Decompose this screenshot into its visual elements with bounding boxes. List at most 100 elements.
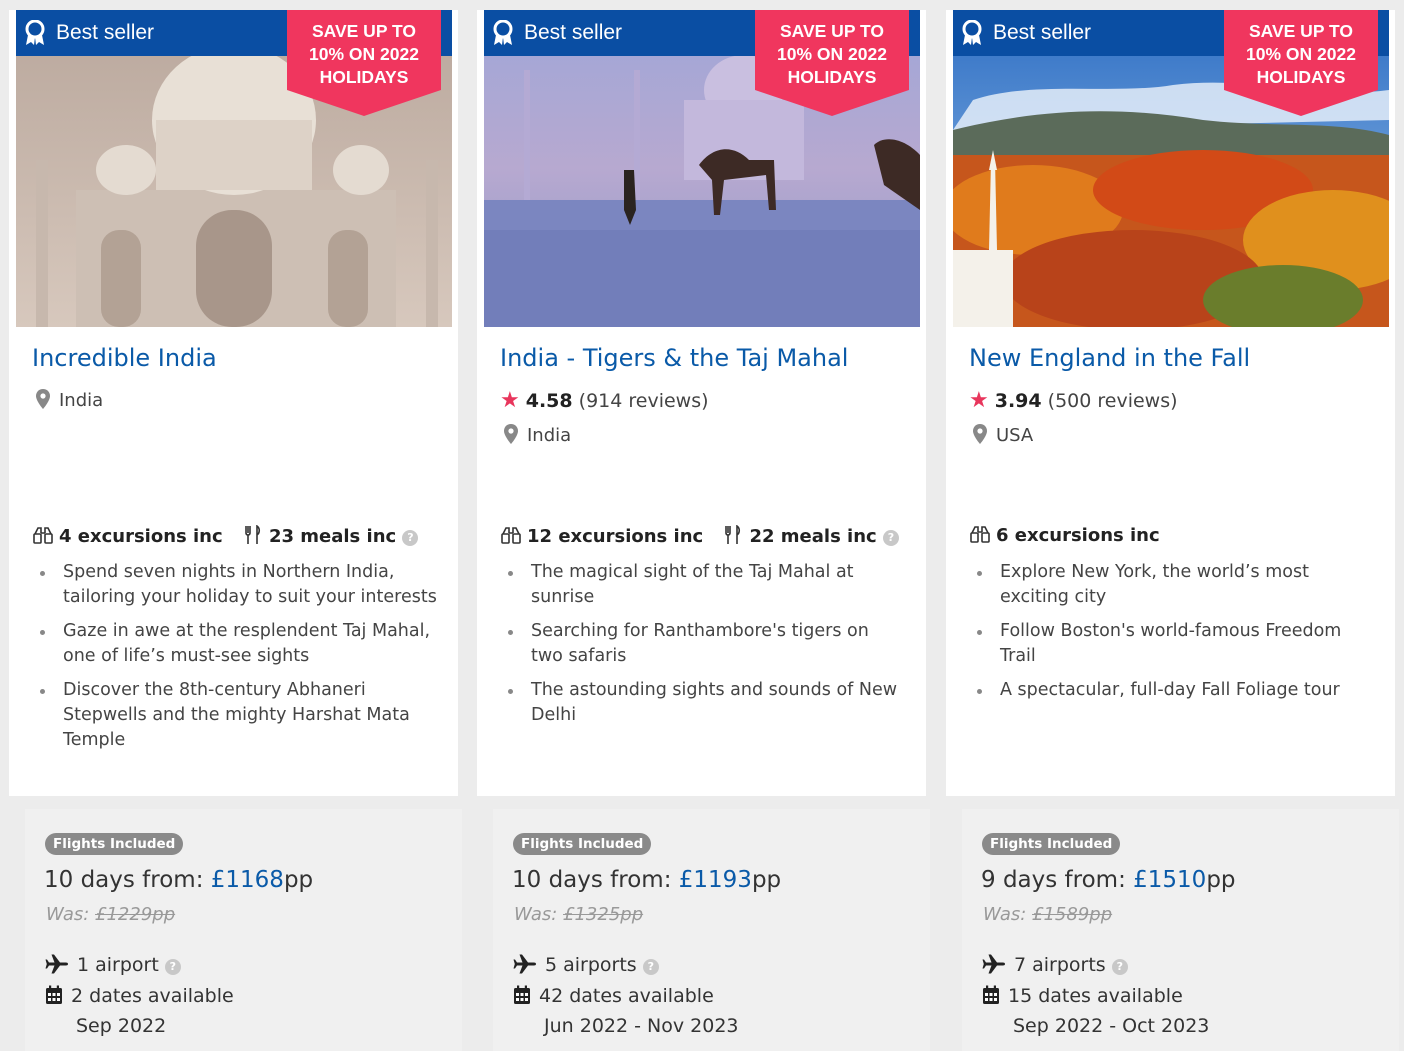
rating[interactable]: ★ 4.58 (914 reviews) bbox=[500, 388, 709, 413]
award-ribbon-icon bbox=[25, 20, 45, 45]
excursions-text: 4 excursions inc bbox=[59, 526, 223, 547]
highlights-list: Explore New York, the world’s most excit… bbox=[974, 560, 1374, 712]
binoculars-icon bbox=[33, 527, 53, 544]
old-price: £1229pp bbox=[95, 904, 176, 925]
dates-info: 15 dates available bbox=[982, 985, 1183, 1007]
excursions-text: 6 excursions inc bbox=[996, 525, 1160, 546]
list-item: A spectacular, full-day Fall Foliage tou… bbox=[974, 678, 1374, 703]
meals-text: 22 meals inc bbox=[749, 526, 877, 547]
binoculars-icon bbox=[501, 527, 521, 544]
holiday-card[interactable]: Best seller SAVE UP TO 10% ON 2022 HOLID… bbox=[477, 10, 934, 1051]
date-range: Sep 2022 bbox=[76, 1015, 167, 1037]
save-badge-line: HOLIDAYS bbox=[319, 67, 409, 87]
excursions-feature: 12 excursions inc bbox=[501, 526, 709, 547]
save-offer-badge: SAVE UP TO 10% ON 2022 HOLIDAYS bbox=[1224, 10, 1378, 116]
save-badge-line: SAVE UP TO bbox=[311, 21, 417, 41]
price-line: 10 days from: £1193pp bbox=[512, 867, 781, 893]
airplane-icon bbox=[982, 954, 1005, 974]
review-count: (914 reviews) bbox=[578, 390, 709, 412]
was-price: Was: £1325pp bbox=[514, 904, 643, 925]
rating-score: 3.94 bbox=[994, 390, 1042, 412]
airports-info: 1 airport ? bbox=[45, 954, 181, 976]
location: USA bbox=[973, 424, 1033, 446]
question-circle-icon[interactable]: ? bbox=[1111, 959, 1128, 975]
holiday-image-taj-mahal[interactable]: Best seller SAVE UP TO 10% ON 2022 HOLID… bbox=[16, 10, 452, 327]
question-circle-icon[interactable]: ? bbox=[883, 530, 899, 546]
list-item: Follow Boston's world-famous Freedom Tra… bbox=[974, 619, 1374, 669]
save-badge-line: 10% ON 2022 bbox=[777, 44, 887, 64]
calendar-icon bbox=[983, 985, 999, 1004]
save-badge-line: 10% ON 2022 bbox=[1246, 44, 1356, 64]
old-price: £1325pp bbox=[563, 904, 644, 925]
list-item: Spend seven nights in Northern India, ta… bbox=[37, 560, 437, 610]
airports-text: 5 airports bbox=[545, 954, 637, 976]
airports-text: 7 airports bbox=[1014, 954, 1106, 976]
price-suffix: pp bbox=[283, 867, 314, 893]
rating-score: 4.58 bbox=[525, 390, 573, 412]
highlights-list: Spend seven nights in Northern India, ta… bbox=[37, 560, 437, 762]
best-seller-label: Best seller bbox=[524, 21, 623, 44]
star-icon: ★ bbox=[500, 388, 520, 413]
card-pricing: Flights Included 10 days from: £1193pp W… bbox=[493, 809, 930, 1051]
save-badge-line: HOLIDAYS bbox=[787, 67, 877, 87]
holiday-title-link[interactable]: New England in the Fall bbox=[969, 344, 1250, 372]
dates-info: 42 dates available bbox=[513, 985, 714, 1007]
old-price: £1589pp bbox=[1032, 904, 1113, 925]
question-circle-icon[interactable]: ? bbox=[164, 959, 181, 975]
save-badge-line: SAVE UP TO bbox=[779, 21, 885, 41]
flights-included-badge: Flights Included bbox=[513, 833, 652, 855]
holiday-card[interactable]: Best seller SAVE UP TO 10% ON 2022 HOLID… bbox=[946, 10, 1403, 1051]
holiday-card[interactable]: Best seller SAVE UP TO 10% ON 2022 HOLID… bbox=[9, 10, 466, 1051]
was-label: Was: bbox=[983, 904, 1033, 925]
calendar-icon bbox=[514, 985, 530, 1004]
save-badge-line: HOLIDAYS bbox=[1256, 67, 1346, 87]
best-seller-label: Best seller bbox=[993, 21, 1092, 44]
map-pin-icon bbox=[36, 389, 50, 409]
binoculars-icon bbox=[970, 526, 990, 543]
excursions-feature: 4 excursions inc bbox=[33, 526, 229, 547]
inclusions-row: 12 excursions inc 22 meals inc ? bbox=[501, 524, 913, 547]
dates-available-text: 42 dates available bbox=[539, 985, 714, 1007]
fork-knife-icon bbox=[245, 524, 260, 544]
star-icon: ★ bbox=[969, 388, 989, 413]
location: India bbox=[36, 389, 103, 411]
card-pricing: Flights Included 9 days from: £1510pp Wa… bbox=[962, 809, 1399, 1051]
was-label: Was: bbox=[46, 904, 96, 925]
meals-feature: 23 meals inc ? bbox=[243, 524, 419, 547]
map-pin-icon bbox=[973, 424, 987, 444]
question-circle-icon[interactable]: ? bbox=[642, 959, 659, 975]
was-price: Was: £1589pp bbox=[983, 904, 1112, 925]
was-price: Was: £1229pp bbox=[46, 904, 175, 925]
rating[interactable]: ★ 3.94 (500 reviews) bbox=[969, 388, 1178, 413]
airplane-icon bbox=[513, 954, 536, 974]
calendar-icon bbox=[46, 985, 62, 1004]
flights-included-badge: Flights Included bbox=[45, 833, 184, 855]
excursions-text: 12 excursions inc bbox=[527, 526, 704, 547]
date-range: Jun 2022 - Nov 2023 bbox=[544, 1015, 739, 1037]
save-offer-badge: SAVE UP TO 10% ON 2022 HOLIDAYS bbox=[287, 10, 441, 116]
location-text: USA bbox=[996, 425, 1034, 446]
airplane-icon bbox=[45, 954, 68, 974]
duration-label: 10 days from: bbox=[44, 867, 211, 893]
price-suffix: pp bbox=[1206, 867, 1236, 893]
holiday-image-camels-taj[interactable]: Best seller SAVE UP TO 10% ON 2022 HOLID… bbox=[484, 10, 920, 327]
location-text: India bbox=[59, 390, 104, 411]
list-item: Explore New York, the world’s most excit… bbox=[974, 560, 1374, 610]
highlights-list: The magical sight of the Taj Mahal at su… bbox=[505, 560, 905, 737]
holiday-image-new-england[interactable]: Best seller SAVE UP TO 10% ON 2022 HOLID… bbox=[953, 10, 1389, 327]
location-text: India bbox=[527, 425, 572, 446]
date-range: Sep 2022 - Oct 2023 bbox=[1013, 1015, 1210, 1037]
card-summary: Best seller SAVE UP TO 10% ON 2022 HOLID… bbox=[946, 10, 1395, 796]
list-item: Discover the 8th-century Abhaneri Stepwe… bbox=[37, 678, 437, 753]
holiday-title-link[interactable]: India - Tigers & the Taj Mahal bbox=[500, 344, 848, 372]
card-pricing: Flights Included 10 days from: £1168pp W… bbox=[25, 809, 462, 1051]
inclusions-row: 4 excursions inc 23 meals inc ? bbox=[33, 524, 432, 547]
review-count: (500 reviews) bbox=[1047, 390, 1178, 412]
holiday-title-link[interactable]: Incredible India bbox=[32, 344, 217, 372]
map-pin-icon bbox=[504, 424, 518, 444]
price-amount: £1168 bbox=[210, 867, 284, 893]
excursions-feature: 6 excursions inc bbox=[970, 525, 1160, 546]
card-summary: Best seller SAVE UP TO 10% ON 2022 HOLID… bbox=[477, 10, 926, 796]
question-circle-icon[interactable]: ? bbox=[402, 530, 419, 546]
flights-included-badge: Flights Included bbox=[982, 833, 1121, 855]
